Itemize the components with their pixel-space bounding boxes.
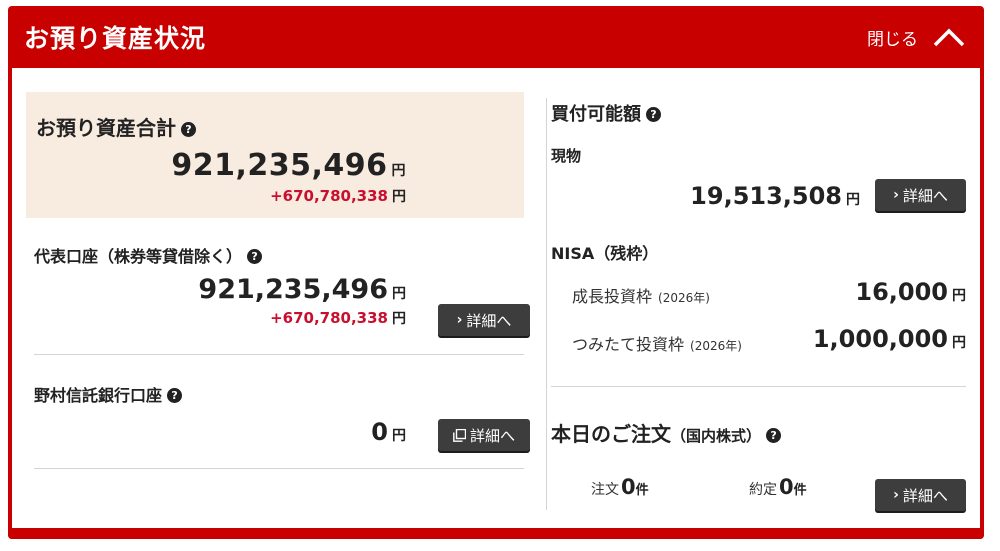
order-count-value: 0 [621,475,636,499]
main-account-amount: 921,235,496 円 [198,274,406,305]
count-unit: 件 [793,483,807,498]
tsumitate-label-text: つみたて投資枠 [572,335,685,354]
yen-unit: 円 [391,163,406,179]
yen-unit: 円 [392,189,406,205]
panel-body: お預り資産合計? 921,235,496 円 +670,780,338 円 代表口座… [12,68,980,528]
total-assets-amount: 921,235,496 円 [171,148,406,183]
chevron-right-icon: › [893,187,899,203]
order-label: 注文 [591,482,619,498]
help-icon[interactable]: ? [766,428,782,443]
total-assets-diff-value: +670,780,338 [270,187,388,205]
panel-header: お預り資産状況 閉じる [8,6,984,68]
panel-title: お預り資産状況 [24,24,207,53]
detail-button-label: 詳細へ [469,426,515,445]
growth-year: (2026年) [658,291,710,305]
cash-label: 現物 [551,147,582,165]
buying-power-title: 買付可能額? [551,100,661,126]
main-account-detail-button[interactable]: › 詳細へ [438,304,530,336]
total-assets-diff: +670,780,338 円 [270,186,406,206]
close-label: 閉じる [867,29,918,50]
tsumitate-amount: 1,000,000 円 [813,325,966,353]
close-toggle[interactable]: 閉じる [867,25,966,50]
trust-bank-title: 野村信託銀行口座? [34,382,183,406]
growth-label-text: 成長投資枠 [572,287,653,306]
yen-unit: 円 [952,288,966,304]
main-account-diff: +670,780,338 円 [270,308,406,328]
orders-title: 本日のご注文（国内株式）? [551,418,782,447]
cash-value: 19,513,508 [690,182,842,210]
help-icon[interactable]: ? [247,249,263,264]
total-assets-value: 921,235,496 [171,148,388,183]
count-unit: 件 [635,483,649,498]
yen-unit: 円 [392,428,406,444]
chevron-right-icon: › [456,312,463,328]
detail-button-label: 詳細へ [466,311,512,330]
total-assets-title-text: お預り資産合計 [36,116,176,140]
trust-bank-value: 0 [371,418,388,446]
buying-power-detail-button[interactable]: › 詳細へ [875,179,966,211]
yen-unit: 円 [952,335,966,351]
yen-unit: 円 [392,311,406,327]
tsumitate-year: (2026年) [690,339,742,353]
growth-label: 成長投資枠 (2026年) [572,283,710,307]
orders-subtitle: （国内株式） [671,427,762,445]
main-account-diff-value: +670,780,338 [270,309,388,327]
chevron-up-icon [933,28,965,47]
left-column: お預り資産合計? 921,235,496 円 +670,780,338 円 代表口座… [26,92,530,469]
detail-button-label: 詳細へ [902,486,948,505]
executed-label: 約定 [749,482,777,498]
orders-detail-button[interactable]: › 詳細へ [875,479,966,511]
orders-title-text: 本日のご注文 [551,422,671,446]
external-window-icon [453,428,466,442]
divider [551,386,966,387]
detail-button-label: 詳細へ [902,186,948,205]
chevron-right-icon: › [893,487,899,503]
tsumitate-value: 1,000,000 [812,325,948,353]
help-icon[interactable]: ? [167,388,183,403]
divider [34,468,524,469]
asset-status-panel: お預り資産状況 閉じる お預り資産合計? 921,235,496 円 +670,7… [8,6,984,539]
panel-bottom-bar [8,528,984,539]
nisa-title: NISA（残枠） [551,244,659,263]
trust-bank-detail-button[interactable]: 詳細へ [438,419,530,451]
column-divider [546,98,547,510]
yen-unit: 円 [392,286,406,302]
main-account-value: 921,235,496 [198,274,388,305]
divider [34,354,524,355]
trust-bank-title-text: 野村信託銀行口座 [34,386,163,405]
growth-value: 16,000 [855,278,948,306]
tsumitate-label: つみたて投資枠 (2026年) [572,331,742,355]
buying-power-title-text: 買付可能額 [551,104,641,125]
cash-amount: 19,513,508 円 [690,182,860,210]
help-icon[interactable]: ? [646,107,661,122]
growth-amount: 16,000 円 [855,278,966,306]
executed-count-value: 0 [779,475,794,499]
main-account-title: 代表口座（株券等貸借除く）? [34,243,263,267]
order-count: 注文0件 [591,475,649,499]
yen-unit: 円 [846,192,860,208]
trust-bank-amount: 0円 [371,418,406,446]
total-assets-title: お預り資産合計? [36,112,196,141]
main-account-title-text: 代表口座（株券等貸借除く） [34,247,243,266]
total-assets-box: お預り資産合計? 921,235,496 円 +670,780,338 円 [26,92,524,218]
help-icon[interactable]: ? [181,122,196,137]
executed-count: 約定0件 [749,475,807,499]
